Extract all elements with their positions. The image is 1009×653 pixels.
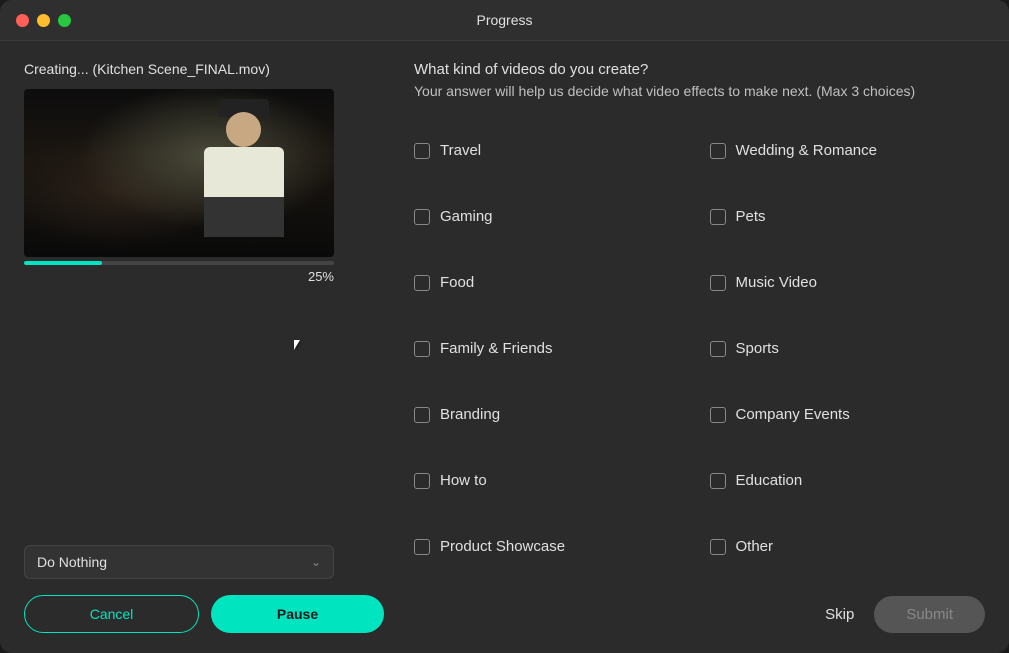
checkbox-label-pets: Pets	[736, 208, 766, 225]
close-button[interactable]	[16, 14, 29, 27]
checkbox-box-education	[710, 473, 726, 489]
survey-title: What kind of videos do you create?	[414, 61, 985, 78]
button-row: Cancel Pause	[24, 595, 384, 633]
checkbox-branding[interactable]: Branding	[414, 390, 690, 440]
chevron-down-icon: ⌄	[311, 555, 321, 569]
checkbox-box-product	[414, 539, 430, 555]
checkbox-box-sports	[710, 341, 726, 357]
checkbox-label-howto: How to	[440, 472, 487, 489]
chef-silhouette	[184, 99, 304, 244]
checkbox-label-wedding: Wedding & Romance	[736, 142, 877, 159]
progress-bar-container	[24, 261, 334, 265]
title-bar: Progress	[0, 0, 1009, 41]
survey-footer: Skip Submit	[414, 596, 985, 633]
video-preview	[24, 89, 334, 257]
minimize-button[interactable]	[37, 14, 50, 27]
checkbox-label-company: Company Events	[736, 406, 850, 423]
pause-button[interactable]: Pause	[211, 595, 384, 633]
right-panel: What kind of videos do you create? Your …	[414, 61, 985, 633]
checkbox-label-branding: Branding	[440, 406, 500, 423]
checkbox-label-gaming: Gaming	[440, 208, 493, 225]
checkbox-grid: Travel Wedding & Romance Gaming Pets Foo…	[414, 126, 985, 572]
checkbox-company[interactable]: Company Events	[710, 390, 986, 440]
checkbox-family[interactable]: Family & Friends	[414, 324, 690, 374]
checkbox-label-sports: Sports	[736, 340, 779, 357]
checkbox-label-travel: Travel	[440, 142, 481, 159]
checkbox-other[interactable]: Other	[710, 522, 986, 572]
counter	[204, 197, 284, 237]
checkbox-box-howto	[414, 473, 430, 489]
chef-head	[226, 112, 261, 147]
dropdown-label: Do Nothing	[37, 554, 107, 570]
checkbox-product[interactable]: Product Showcase	[414, 522, 690, 572]
main-content: Creating... (Kitchen Scene_FINAL.mov)	[0, 41, 1009, 653]
checkbox-box-gaming	[414, 209, 430, 225]
traffic-lights	[16, 14, 71, 27]
checkbox-box-family	[414, 341, 430, 357]
maximize-button[interactable]	[58, 14, 71, 27]
progress-bar-fill	[24, 261, 102, 265]
checkbox-box-pets	[710, 209, 726, 225]
checkbox-label-other: Other	[736, 538, 774, 555]
progress-percent: 25%	[24, 269, 334, 284]
cancel-button[interactable]: Cancel	[24, 595, 199, 633]
main-window: Progress Creating... (Kitchen Scene_FINA…	[0, 0, 1009, 653]
skip-button[interactable]: Skip	[825, 606, 854, 623]
checkbox-label-food: Food	[440, 274, 474, 291]
survey-subtitle: Your answer will help us decide what vid…	[414, 82, 985, 102]
checkbox-education[interactable]: Education	[710, 456, 986, 506]
checkbox-box-food	[414, 275, 430, 291]
bottom-controls: Do Nothing ⌄ Cancel Pause	[24, 529, 384, 633]
checkbox-box-music	[710, 275, 726, 291]
completion-dropdown[interactable]: Do Nothing ⌄	[24, 545, 334, 579]
checkbox-label-music: Music Video	[736, 274, 817, 291]
checkbox-music[interactable]: Music Video	[710, 258, 986, 308]
checkbox-label-family: Family & Friends	[440, 340, 553, 357]
left-panel: Creating... (Kitchen Scene_FINAL.mov)	[24, 61, 384, 633]
checkbox-label-product: Product Showcase	[440, 538, 565, 555]
checkbox-food[interactable]: Food	[414, 258, 690, 308]
checkbox-box-wedding	[710, 143, 726, 159]
checkbox-box-company	[710, 407, 726, 423]
checkbox-box-other	[710, 539, 726, 555]
checkbox-label-education: Education	[736, 472, 803, 489]
submit-button[interactable]: Submit	[874, 596, 985, 633]
checkbox-travel[interactable]: Travel	[414, 126, 690, 176]
checkbox-gaming[interactable]: Gaming	[414, 192, 690, 242]
checkbox-box-branding	[414, 407, 430, 423]
checkbox-wedding[interactable]: Wedding & Romance	[710, 126, 986, 176]
creating-label: Creating... (Kitchen Scene_FINAL.mov)	[24, 61, 384, 77]
checkbox-howto[interactable]: How to	[414, 456, 690, 506]
chef-body	[204, 147, 284, 237]
checkbox-box-travel	[414, 143, 430, 159]
checkbox-sports[interactable]: Sports	[710, 324, 986, 374]
window-title: Progress	[476, 12, 532, 28]
video-scene	[24, 89, 334, 257]
checkbox-pets[interactable]: Pets	[710, 192, 986, 242]
